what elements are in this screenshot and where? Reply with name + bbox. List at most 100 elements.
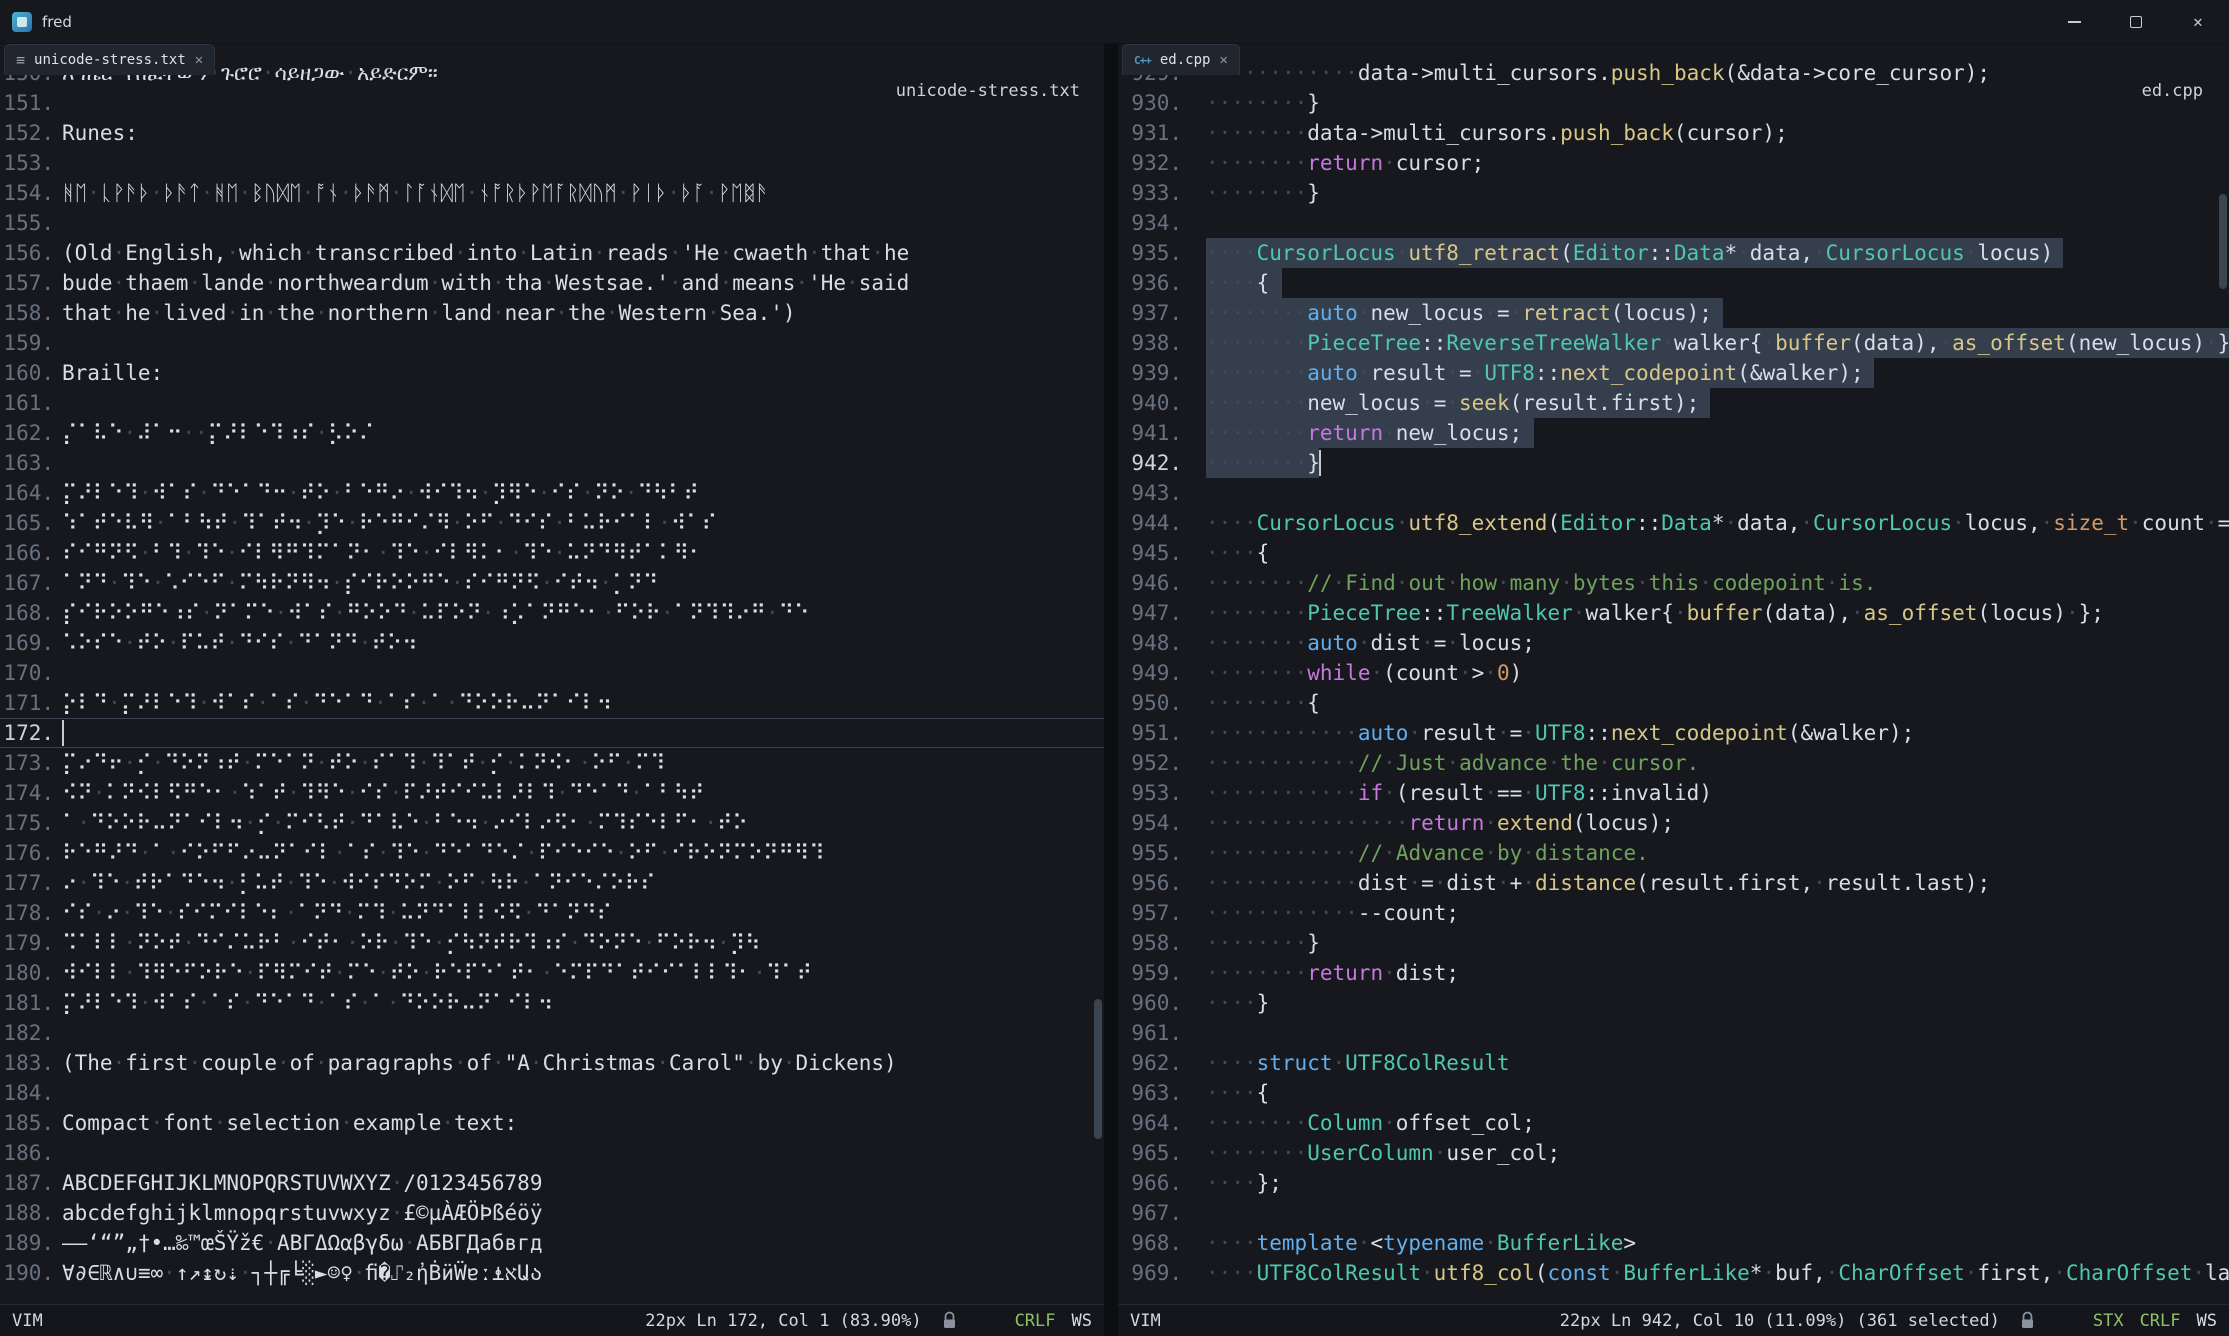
code-line[interactable]: 170. [0,658,1104,688]
editor-pane-left[interactable]: 150.እግዜር·የከፈተውን·ጉሮሮ·ሳይዘጋው·አይድርም።151.152.… [0,44,1104,1304]
lock-icon[interactable] [2020,1311,2035,1330]
code-line[interactable]: 163. [0,448,1104,478]
crlf-indicator[interactable]: CRLF [1015,1311,1056,1331]
code-line[interactable]: 187.ABCDEFGHIJKLMNOPQRSTUVWXYZ·/01234567… [0,1168,1104,1198]
vim-mode-indicator[interactable]: VIM [1130,1311,1161,1331]
code-line[interactable]: 953.············if·(result·==·UTF8::inva… [1118,778,2229,808]
code-line[interactable]: 938.········PieceTree::ReverseTreeWalker… [1118,328,2229,358]
code-line[interactable]: 936.····{ [1118,268,2229,298]
code-line[interactable]: 154.ᚻᛖ·ᚳᚹᚫᚦ·ᚦᚫᛏ·ᚻᛖ·ᛒᚢᛞᛖ·ᚩᚾ·ᚦᚫᛗ·ᛚᚪᚾᛞᛖ·ᚾᚩᚱ… [0,178,1104,208]
code-line[interactable]: 957.············--count; [1118,898,2229,928]
code-line[interactable]: 955.············//·Advance·by·distance. [1118,838,2229,868]
code-line[interactable]: 167.⠁⠝⠙·⠹⠑·⠡⠊⠑⠋·⠍⠳⠗⠝⠻⠲·⡎⠊⠗⠕⠕⠛⠑·⠎⠊⠛⠝⠫·⠊⠞⠲… [0,568,1104,598]
lock-icon[interactable] [942,1311,957,1330]
code-line[interactable]: 961. [1118,1018,2229,1048]
code-line[interactable]: 183.(The·first·couple·of·paragraphs·of·"… [0,1048,1104,1078]
code-line[interactable]: 941.········return·new_locus; [1118,418,2229,448]
code-line[interactable]: 947.········PieceTree::TreeWalker·walker… [1118,598,2229,628]
code-line[interactable]: 186. [0,1138,1104,1168]
code-line[interactable]: 949.········while·(count·>·0) [1118,658,2229,688]
code-line[interactable]: 944.····CursorLocus·utf8_extend(Editor::… [1118,508,2229,538]
code-line[interactable]: 969.····UTF8ColResult·utf8_col(const·Buf… [1118,1258,2229,1288]
code-line[interactable]: 960.····} [1118,988,2229,1018]
code-line[interactable]: 954.················return·extend(locus)… [1118,808,2229,838]
code-line[interactable]: 173.⡍⠔⠙⠖·⡊·⠙⠕⠝⠰⠞·⠍⠑⠁⠝·⠞⠕·⠎⠁⠹·⠹⠁⠞·⡊·⠅⠝⠪⠂·… [0,748,1104,778]
code-line[interactable]: 946.········//·Find·out·how·many·bytes·t… [1118,568,2229,598]
code-line[interactable]: 945.····{ [1118,538,2229,568]
code-line[interactable]: 164.⡍⠜⠇⠑⠹·⠺⠁⠎·⠙⠑⠁⠙⠒·⠞⠕·⠃⠑⠛⠔·⠺⠊⠹⠲·⡹⠻⠑·⠊⠎·… [0,478,1104,508]
code-line[interactable]: 174.⠪⠝·⠅⠝⠪⠇⠫⠛⠑⠂·⠱⠁⠞·⠹⠻⠑·⠊⠎·⠏⠜⠞⠊⠊⠥⠇⠜⠇⠹·⠙⠑… [0,778,1104,808]
code-line[interactable]: 171.⡕⠇⠙·⡍⠜⠇⠑⠹·⠺⠁⠎·⠁⠎·⠙⠑⠁⠙·⠁⠎·⠁·⠙⠕⠕⠗⠤⠝⠁⠊⠇… [0,688,1104,718]
stx-indicator[interactable]: STX [2093,1311,2124,1331]
tab-close-icon[interactable]: ✕ [195,53,203,67]
code-line[interactable]: 965.········UserColumn·user_col; [1118,1138,2229,1168]
code-line[interactable]: 958.········} [1118,928,2229,958]
code-line[interactable]: 168.⡎⠊⠗⠕⠕⠛⠑⠰⠎·⠝⠁⠍⠑·⠺⠁⠎·⠛⠕⠕⠙·⠥⠏⠕⠝·⠰⡡⠁⠝⠛⠑⠂… [0,598,1104,628]
code-line[interactable]: 963.····{ [1118,1078,2229,1108]
code-line[interactable]: 952.············//·Just·advance·the·curs… [1118,748,2229,778]
code-line[interactable]: 188.abcdefghijklmnopqrstuvwxyz·£©µÀÆÖÞßé… [0,1198,1104,1228]
code-line[interactable]: 966.····}; [1118,1168,2229,1198]
code-line[interactable]: 159. [0,328,1104,358]
code-line[interactable]: 155. [0,208,1104,238]
code-line[interactable]: 190.∀∂∈ℝ∧∪≡∞·↑↗↨↻⇣·┐┼╔╘░►☺♀·ﬁ�⑀₂ἠḂӥẄɐː⍎א… [0,1258,1104,1288]
code-line[interactable]: 172. [0,718,1104,748]
code-line[interactable]: 950.········{ [1118,688,2229,718]
code-line[interactable]: 956.············dist·=·dist·+·distance(r… [1118,868,2229,898]
code-line[interactable]: 968.····template·<typename·BufferLike> [1118,1228,2229,1258]
code-line[interactable]: 931.········data->multi_cursors.push_bac… [1118,118,2229,148]
code-line[interactable]: 948.········auto·dist·=·locus; [1118,628,2229,658]
code-line[interactable]: 166.⠎⠊⠛⠝⠫·⠃⠹·⠹⠑·⠊⠇⠻⠛⠹⠍⠁⠝⠂·⠹⠑·⠊⠇⠻⠅⠂·⠹⠑·⠥⠝… [0,538,1104,568]
ws-indicator[interactable]: WS [1072,1311,1092,1331]
code-line[interactable]: 964.········Column·offset_col; [1118,1108,2229,1138]
code-line[interactable]: 939.········auto·result·=·UTF8::next_cod… [1118,358,2229,388]
close-button[interactable]: ✕ [2167,0,2229,43]
vertical-scrollbar-left[interactable] [1094,999,1102,1139]
code-line[interactable]: 189.–—‘“”„†•…‰™œŠŸž€·ΑΒΓΔΩαβγδω·АБВГДабв… [0,1228,1104,1258]
tab-unicode-stress-txt[interactable]: ≡ unicode-stress.txt ✕ [4,44,215,75]
code-line[interactable]: 182. [0,1018,1104,1048]
crlf-indicator[interactable]: CRLF [2140,1311,2181,1331]
code-line[interactable]: 177.⠔·⠹⠑·⠞⠗⠁⠙⠑⠲·⡃⠥⠞·⠹⠑·⠺⠊⠎⠙⠕⠍·⠕⠋·⠳⠗·⠁⠝⠊⠑… [0,868,1104,898]
code-line[interactable]: 162.⡌⠁⠧⠑·⠼⠁⠒··⡍⠜⠇⠑⠹⠰⠎·⡣⠕⠌ [0,418,1104,448]
code-line[interactable]: 959.········return·dist; [1118,958,2229,988]
code-line[interactable]: 932.········return·cursor; [1118,148,2229,178]
ws-indicator[interactable]: WS [2197,1311,2217,1331]
code-line[interactable]: 962.····struct·UTF8ColResult [1118,1048,2229,1078]
code-line[interactable]: 940.········new_locus·=·seek(result.firs… [1118,388,2229,418]
code-line[interactable]: 937.········auto·new_locus·=·retract(loc… [1118,298,2229,328]
tab-close-icon[interactable]: ✕ [1219,53,1227,67]
code-line[interactable]: 933.········} [1118,178,2229,208]
code-line[interactable]: 184. [0,1078,1104,1108]
code-line[interactable]: 967. [1118,1198,2229,1228]
code-line[interactable]: 934. [1118,208,2229,238]
editor-pane-right[interactable]: 929.············data->multi_cursors.push… [1118,44,2229,1304]
code-line[interactable]: 157.bude·thaem·lande·northweardum·with·t… [0,268,1104,298]
minimize-button[interactable] [2043,0,2105,43]
code-line[interactable]: 176.⠗⠑⠛⠜⠙·⠁·⠊⠕⠋⠋⠔⠤⠝⠁⠊⠇·⠁⠎·⠹⠑·⠙⠑⠁⠙⠑⠌·⠏⠊⠑⠊… [0,838,1104,868]
vim-mode-indicator[interactable]: VIM [12,1311,43,1331]
code-line[interactable]: 929.············data->multi_cursors.push… [1118,58,2229,88]
maximize-button[interactable] [2105,0,2167,43]
code-line[interactable]: 169.⠡⠕⠎⠑·⠞⠕·⠏⠥⠞·⠙⠊⠎·⠙⠁⠝⠙·⠞⠕⠲ [0,628,1104,658]
code-line[interactable]: 179.⠩⠁⠇⠇·⠝⠕⠞·⠙⠊⠌⠥⠗⠃·⠊⠞⠂·⠕⠗·⠹⠑·⡊⠳⠝⠞⠗⠹⠰⠎·⠙… [0,928,1104,958]
code-line[interactable]: 165.⠱⠁⠞⠑⠧⠻·⠁⠃⠳⠞·⠹⠁⠞⠲·⡹⠑·⠗⠑⠛⠊⠌⠻·⠕⠋·⠙⠊⠎·⠃⠥… [0,508,1104,538]
code-line[interactable]: 951.············auto·result·=·UTF8::next… [1118,718,2229,748]
tab-ed-cpp[interactable]: C++ ed.cpp ✕ [1122,44,1240,75]
code-line[interactable]: 180.⠺⠊⠇⠇·⠹⠻⠑⠋⠕⠗⠑·⠏⠻⠍⠊⠞·⠍⠑·⠞⠕·⠗⠑⠏⠑⠁⠞⠂·⠑⠍⠏… [0,958,1104,988]
vertical-scrollbar-right[interactable] [2219,194,2227,289]
code-line[interactable]: 178.⠊⠎·⠔·⠹⠑·⠎⠊⠍⠊⠇⠑⠆·⠁⠝⠙·⠍⠹·⠥⠝⠙⠁⠇⠇⠪⠫·⠙⠁⠝⠙… [0,898,1104,928]
code-line[interactable]: 153. [0,148,1104,178]
code-line[interactable]: 930.········} [1118,88,2229,118]
code-line[interactable]: 158.that·he·lived·in·the·northern·land·n… [0,298,1104,328]
code-line[interactable]: 942.········} [1118,448,2229,478]
pane-splitter[interactable] [1104,44,1118,1336]
code-line[interactable]: 185.Compact·font·selection·example·text: [0,1108,1104,1138]
code-line[interactable]: 156.(Old·English,·which·transcribed·into… [0,238,1104,268]
code-line[interactable]: 160.Braille: [0,358,1104,388]
code-line[interactable]: 943. [1118,478,2229,508]
code-line[interactable]: 181.⡍⠜⠇⠑⠹·⠺⠁⠎·⠁⠎·⠙⠑⠁⠙·⠁⠎·⠁·⠙⠕⠕⠗⠤⠝⠁⠊⠇⠲ [0,988,1104,1018]
code-line[interactable]: 935.····CursorLocus·utf8_retract(Editor:… [1118,238,2229,268]
code-line[interactable]: 152.Runes: [0,118,1104,148]
code-line[interactable]: 161. [0,388,1104,418]
